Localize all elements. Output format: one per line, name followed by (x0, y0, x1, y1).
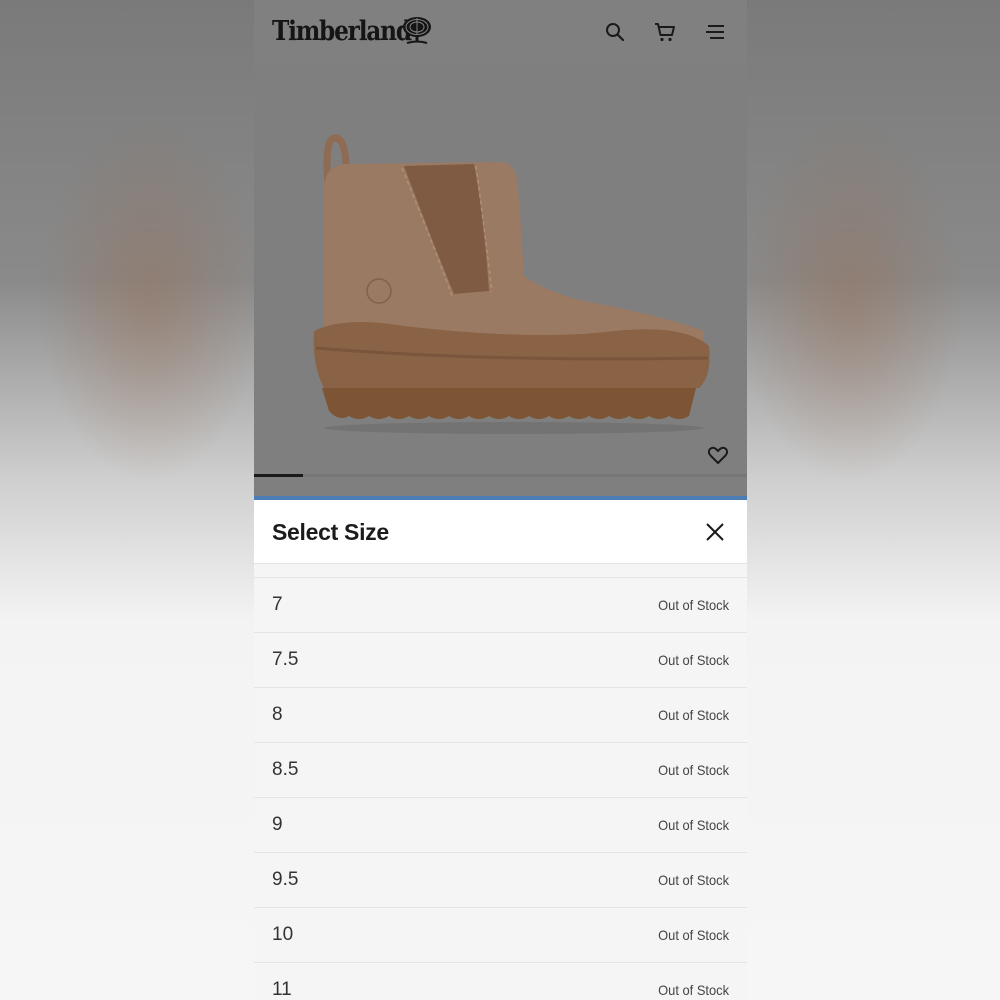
cart-icon[interactable] (653, 20, 677, 44)
stock-status: Out of Stock (658, 652, 729, 668)
carousel-progress-indicator (254, 474, 303, 477)
stock-status: Out of Stock (658, 707, 729, 723)
stock-status: Out of Stock (658, 982, 729, 998)
size-list: 7 Out of Stock 7.5 Out of Stock 8 Out of… (254, 564, 747, 1000)
size-sheet-header: Select Size (254, 500, 747, 564)
size-value: 8.5 (272, 759, 299, 780)
size-option[interactable]: 9 Out of Stock (254, 797, 747, 852)
size-option[interactable]: 8.5 Out of Stock (254, 742, 747, 797)
size-value: 10 (272, 924, 294, 945)
stock-status: Out of Stock (658, 597, 729, 613)
size-value: 7 (272, 594, 283, 615)
size-value: 8 (272, 704, 283, 725)
brand-name: Timberland (272, 15, 412, 47)
tree-logo-icon (403, 17, 431, 44)
size-option[interactable]: 10 Out of Stock (254, 907, 747, 962)
stock-status: Out of Stock (658, 872, 729, 888)
size-option[interactable]: 11 Out of Stock (254, 962, 747, 1000)
size-value: 9.5 (272, 869, 299, 890)
size-value: 11 (272, 979, 292, 1000)
close-icon[interactable] (703, 520, 727, 544)
size-option[interactable]: 8 Out of Stock (254, 687, 747, 742)
product-boot-image (313, 134, 710, 434)
size-option[interactable]: 9.5 Out of Stock (254, 852, 747, 907)
brand-logo[interactable]: Timberland (272, 13, 433, 49)
size-option[interactable]: 7.5 Out of Stock (254, 632, 747, 687)
sheet-title: Select Size (272, 519, 389, 545)
product-image-carousel[interactable] (254, 66, 747, 496)
stock-status: Out of Stock (658, 817, 729, 833)
site-header: Timberland (254, 0, 747, 66)
size-value: 7.5 (272, 649, 299, 670)
stock-status: Out of Stock (658, 762, 729, 778)
heart-icon[interactable] (706, 443, 730, 467)
stock-status: Out of Stock (658, 927, 729, 943)
mobile-viewport: Timberland Select Size 7 Out of Stock 7.… (254, 0, 747, 1000)
carousel-progress-track (254, 474, 747, 477)
size-value: 9 (272, 814, 283, 835)
search-icon[interactable] (603, 20, 627, 44)
menu-icon[interactable] (703, 20, 727, 44)
size-option[interactable]: 7 Out of Stock (254, 577, 747, 632)
